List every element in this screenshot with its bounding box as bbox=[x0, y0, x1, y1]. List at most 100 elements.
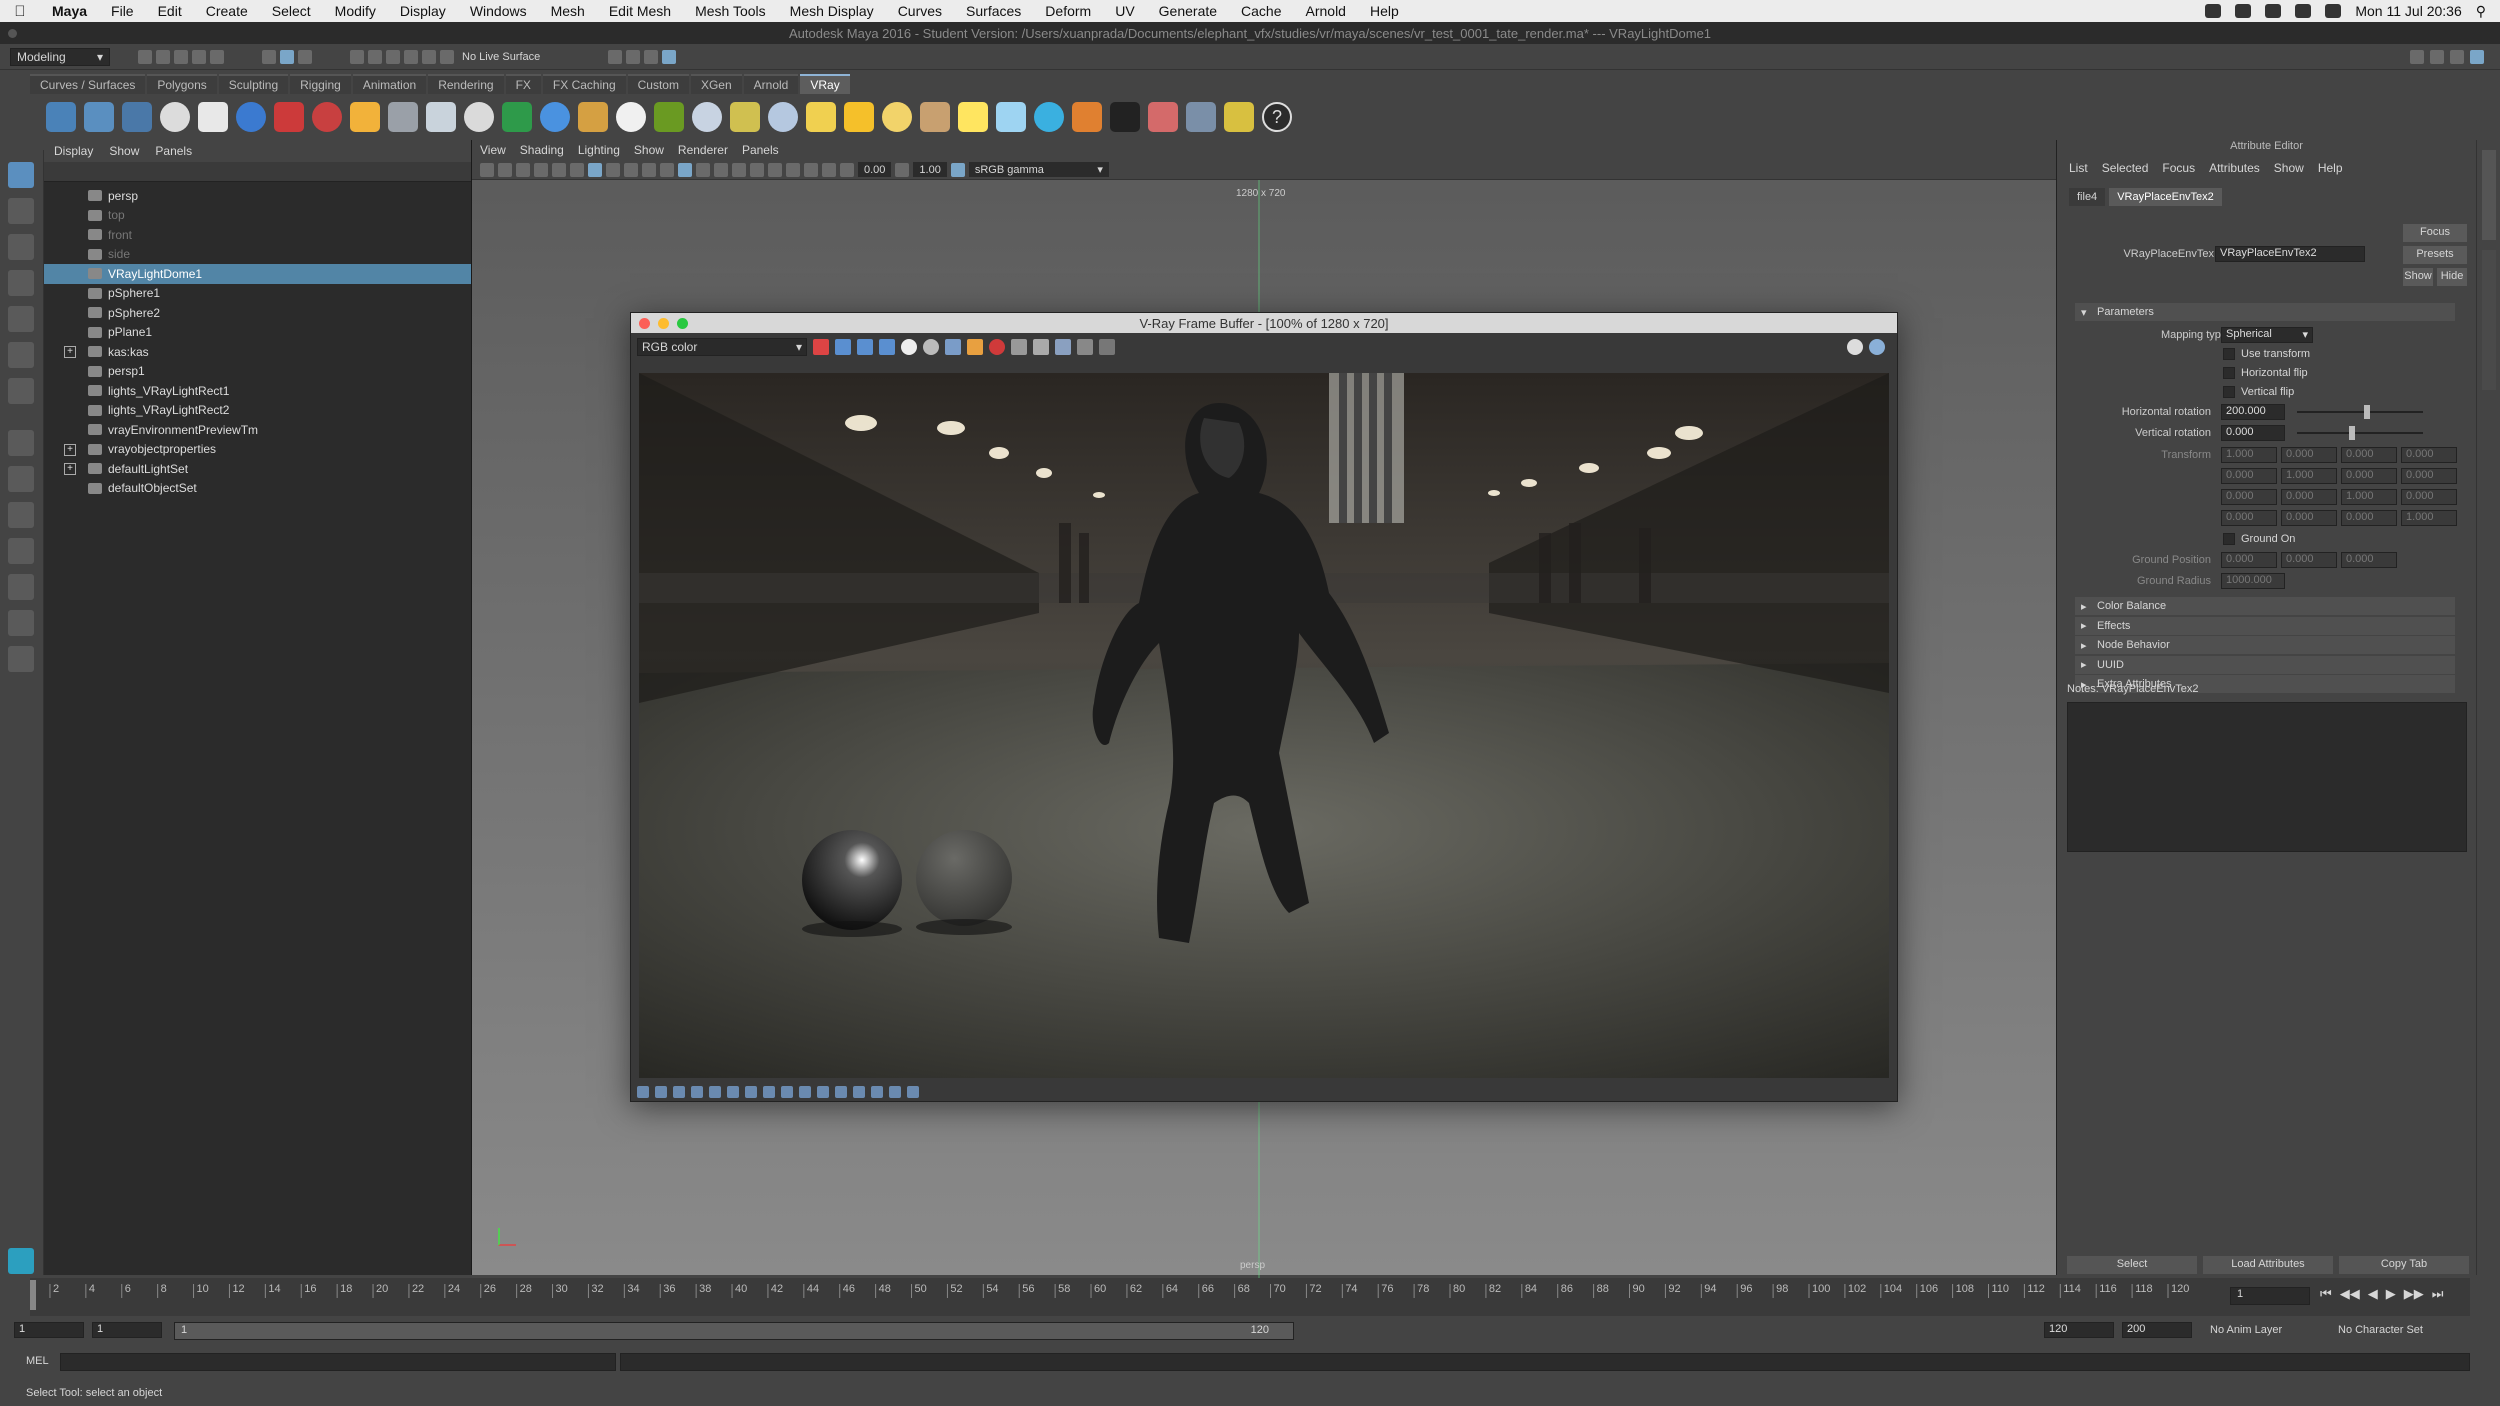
alpha-channel-icon[interactable] bbox=[901, 339, 917, 355]
vray-dome-icon[interactable] bbox=[464, 102, 494, 132]
outliner-persp-icon[interactable] bbox=[8, 538, 34, 564]
save-image-icon[interactable] bbox=[813, 339, 829, 355]
ground-position-z-field[interactable]: 0.000 bbox=[2341, 552, 2397, 568]
image-plane-icon[interactable] bbox=[534, 162, 548, 177]
outliner-item[interactable]: pSphere1 bbox=[44, 284, 471, 304]
select-object-icon[interactable] bbox=[280, 49, 294, 64]
vfb-tool-icon[interactable] bbox=[709, 1086, 721, 1098]
single-view-icon[interactable] bbox=[8, 430, 34, 456]
make-live-icon[interactable] bbox=[440, 49, 454, 64]
shelf-tab-rendering[interactable]: Rendering bbox=[428, 74, 504, 94]
vray-checker-icon[interactable] bbox=[1110, 102, 1140, 132]
vfb-tool-icon[interactable] bbox=[637, 1086, 649, 1098]
copy-tab-button[interactable]: Copy Tab bbox=[2339, 1256, 2469, 1274]
ae-show-button[interactable]: Show bbox=[2403, 268, 2433, 286]
safe-action-icon[interactable] bbox=[642, 162, 656, 177]
tool-settings-icon[interactable] bbox=[2450, 49, 2464, 64]
menu-surfaces[interactable]: Surfaces bbox=[954, 3, 1033, 19]
animation-start-field[interactable]: 1 bbox=[14, 1322, 84, 1338]
lights-icon[interactable] bbox=[714, 162, 728, 177]
wireframe-icon[interactable] bbox=[660, 162, 674, 177]
select-hierarchy-icon[interactable] bbox=[262, 49, 276, 64]
xray-icon[interactable] bbox=[822, 162, 836, 177]
ae-tab-file4[interactable]: file4 bbox=[2069, 188, 2106, 206]
outliner-item[interactable]: front bbox=[44, 225, 471, 245]
vray-plant-icon[interactable] bbox=[654, 102, 684, 132]
region-render-icon[interactable] bbox=[1055, 339, 1071, 355]
outliner-item[interactable]: pPlane1 bbox=[44, 323, 471, 343]
vray-ipr-icon[interactable] bbox=[84, 102, 114, 132]
vertical-flip-checkbox[interactable] bbox=[2223, 386, 2235, 398]
go-to-start-icon[interactable]: ⏮ bbox=[2320, 1286, 2332, 1302]
time-slider[interactable]: 2 4 6 8 10 12 14 16 18 20 22 24 26 28 30 32 34 36 38 40 42 44… bbox=[28, 1278, 2470, 1316]
attribute-editor-side-tab[interactable] bbox=[2482, 150, 2496, 240]
vfb-tool-icon[interactable] bbox=[655, 1086, 667, 1098]
shelf-tab-fx-caching[interactable]: FX Caching bbox=[542, 74, 626, 94]
viewport-menu-lighting[interactable]: Lighting bbox=[578, 143, 620, 157]
vfb-tool-icon[interactable] bbox=[889, 1086, 901, 1098]
smooth-shade-icon[interactable] bbox=[678, 162, 692, 177]
vfb-tool-icon[interactable] bbox=[781, 1086, 793, 1098]
shelf-tab-rigging[interactable]: Rigging bbox=[290, 74, 351, 94]
undo-icon[interactable] bbox=[192, 49, 206, 64]
step-back-icon[interactable]: ◀ bbox=[2368, 1286, 2378, 1302]
shelf-tab-polygons[interactable]: Polygons bbox=[147, 74, 217, 94]
ae-menu-focus[interactable]: Focus bbox=[2162, 161, 2195, 175]
vertical-rotation-slider[interactable] bbox=[2297, 426, 2423, 440]
vray-mtl-icon[interactable] bbox=[312, 102, 342, 132]
gate-mask-icon[interactable] bbox=[606, 162, 620, 177]
resolution-gate-icon[interactable] bbox=[588, 162, 602, 177]
ground-on-checkbox[interactable] bbox=[2223, 533, 2235, 545]
section-uuid[interactable]: ▸ UUID bbox=[2075, 655, 2455, 674]
vray-render-elements-icon[interactable] bbox=[198, 102, 228, 132]
menu-help[interactable]: Help bbox=[1358, 3, 1411, 19]
vfb-tool-icon[interactable] bbox=[835, 1086, 847, 1098]
isolate-icon[interactable] bbox=[804, 162, 818, 177]
section-effects[interactable]: ▸ Effects bbox=[2075, 616, 2455, 635]
vfb-tool-icon[interactable] bbox=[907, 1086, 919, 1098]
tray-icon[interactable] bbox=[2265, 4, 2282, 18]
menu-edit-mesh[interactable]: Edit Mesh bbox=[597, 3, 683, 19]
channel-box-side-tab[interactable] bbox=[2482, 250, 2496, 390]
menu-mesh-tools[interactable]: Mesh Tools bbox=[683, 3, 778, 19]
ae-tab-vrayplaceenvtex2[interactable]: VRayPlaceEnvTex2 bbox=[2109, 188, 2222, 206]
vfb-close-icon[interactable] bbox=[639, 318, 650, 329]
side-by-side-icon[interactable] bbox=[8, 502, 34, 528]
vfb-tool-icon[interactable] bbox=[745, 1086, 757, 1098]
red-channel-icon[interactable] bbox=[835, 339, 851, 355]
hypershade-icon[interactable] bbox=[662, 49, 677, 64]
current-frame-field[interactable]: 1 bbox=[2230, 1287, 2310, 1305]
select-component-icon[interactable] bbox=[298, 49, 312, 64]
menu-windows[interactable]: Windows bbox=[458, 3, 539, 19]
expand-icon[interactable]: + bbox=[64, 443, 76, 456]
ground-radius-field[interactable]: 1000.000 bbox=[2221, 573, 2285, 589]
vray-texture-icon[interactable] bbox=[578, 102, 608, 132]
outliner-menu-show[interactable]: Show bbox=[109, 144, 139, 158]
outliner-item[interactable]: + defaultLightSet bbox=[44, 459, 471, 479]
snap-view-icon[interactable] bbox=[404, 49, 418, 64]
vertical-rotation-field[interactable]: 0.000 bbox=[2221, 425, 2285, 441]
menu-curves[interactable]: Curves bbox=[886, 3, 954, 19]
ae-node-name-field[interactable]: VRayPlaceEnvTex2 bbox=[2215, 246, 2365, 262]
ipr-render-icon[interactable] bbox=[626, 49, 641, 64]
new-scene-icon[interactable] bbox=[138, 49, 152, 64]
window-close-icon[interactable] bbox=[8, 29, 17, 38]
vray-gear-icon[interactable] bbox=[692, 102, 722, 132]
menu-file[interactable]: File bbox=[99, 3, 146, 19]
outliner-item[interactable]: lights_VRayLightRect2 bbox=[44, 401, 471, 421]
film-gate-icon[interactable] bbox=[570, 162, 584, 177]
spotlight-icon[interactable]: ⚲ bbox=[2476, 3, 2486, 20]
vray-plane-light-icon[interactable] bbox=[806, 102, 836, 132]
vray-proxy-icon[interactable] bbox=[426, 102, 456, 132]
vfb-tool-icon[interactable] bbox=[799, 1086, 811, 1098]
menu-deform[interactable]: Deform bbox=[1033, 3, 1103, 19]
menu-select[interactable]: Select bbox=[260, 3, 323, 19]
gamma-icon[interactable] bbox=[895, 162, 910, 177]
slider-thumb[interactable] bbox=[2349, 426, 2355, 440]
ae-menu-show[interactable]: Show bbox=[2274, 161, 2304, 175]
lasso-tool-icon[interactable] bbox=[8, 198, 34, 224]
expand-icon[interactable]: + bbox=[64, 463, 76, 475]
vray-table-icon[interactable] bbox=[1186, 102, 1216, 132]
shelf-tab-animation[interactable]: Animation bbox=[352, 74, 427, 94]
animation-end-field[interactable]: 200 bbox=[2122, 1322, 2192, 1338]
